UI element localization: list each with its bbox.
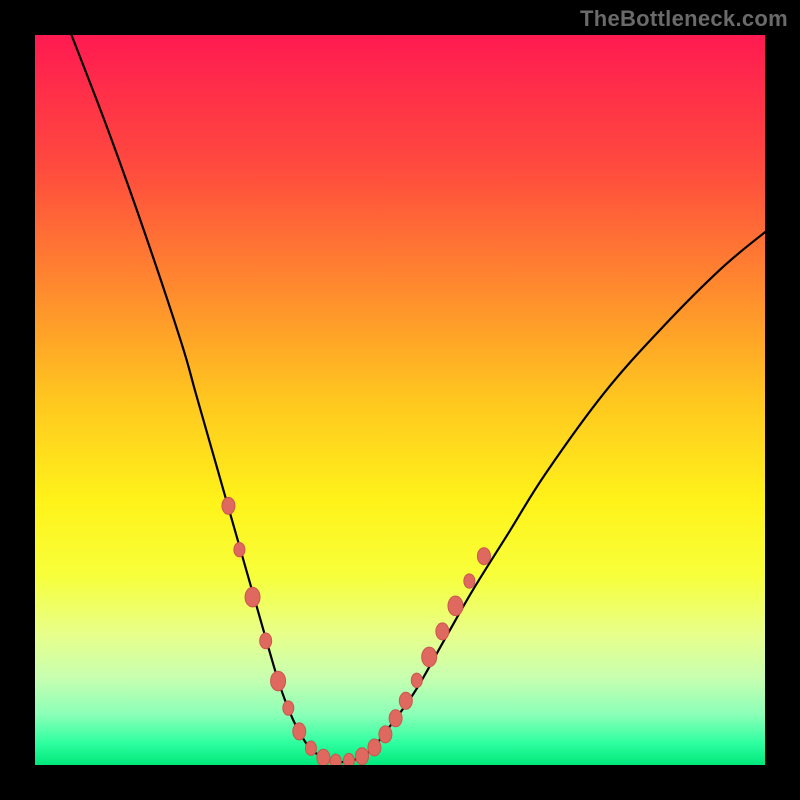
curve-marker xyxy=(399,692,412,709)
curve-marker xyxy=(283,701,294,715)
curve-marker xyxy=(330,754,341,765)
curve-marker xyxy=(448,596,463,616)
curve-marker xyxy=(422,647,437,667)
curve-marker xyxy=(343,753,354,765)
curve-marker xyxy=(245,587,260,607)
curve-marker xyxy=(436,623,449,640)
curve-marker xyxy=(477,548,490,565)
chart-frame: TheBottleneck.com xyxy=(0,0,800,800)
curve-marker xyxy=(305,741,316,755)
curve-marker xyxy=(271,671,286,691)
plot-area xyxy=(35,35,765,765)
bottleneck-curve xyxy=(72,35,766,762)
curve-marker xyxy=(293,723,306,740)
watermark-text: TheBottleneck.com xyxy=(580,6,788,32)
chart-svg xyxy=(35,35,765,765)
curve-marker xyxy=(222,497,235,514)
curve-marker xyxy=(411,673,422,687)
curve-marker xyxy=(368,739,381,756)
curve-marker xyxy=(464,574,475,588)
curve-marker xyxy=(389,710,402,727)
curve-marker xyxy=(379,726,392,743)
curve-marker xyxy=(260,633,272,649)
curve-marker xyxy=(234,542,245,556)
curve-marker xyxy=(356,748,369,765)
curve-marker xyxy=(317,749,330,765)
